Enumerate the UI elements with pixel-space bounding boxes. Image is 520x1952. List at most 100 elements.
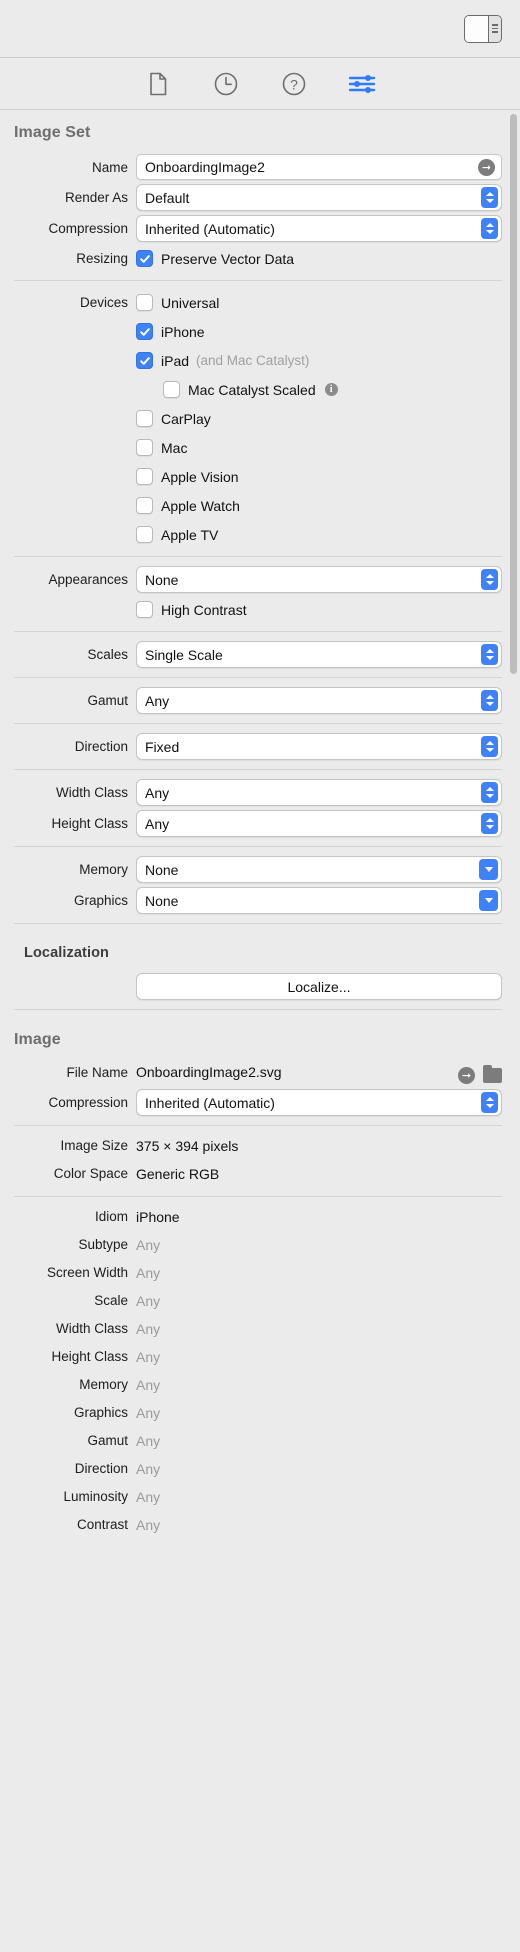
memory-row: Memory None <box>0 854 520 885</box>
divider <box>14 1009 502 1010</box>
pane-toggle-main <box>465 15 488 42</box>
inspector-tabbar: ? <box>0 58 520 110</box>
attribute-row-memory: Memory Any <box>0 1372 520 1400</box>
preserve-vector-data-checkbox[interactable] <box>136 250 153 267</box>
graphics-select[interactable]: None <box>136 887 502 914</box>
inspector-scroll-area[interactable]: Image Set Name OnboardingImage2 ➞ Render… <box>0 110 520 1952</box>
chevron-updown-icon[interactable] <box>481 1092 498 1113</box>
device-checkbox-wrap: Apple Vision <box>136 468 502 485</box>
chevron-updown-icon[interactable] <box>481 644 498 665</box>
render-as-row: Render As Default <box>0 182 520 213</box>
height-class-value: Any <box>145 815 170 832</box>
folder-icon[interactable] <box>483 1065 502 1083</box>
device-checkbox-wrap: iPad (and Mac Catalyst) <box>136 352 502 369</box>
graphics-label: Graphics <box>73 893 128 908</box>
name-label: Name <box>91 159 128 175</box>
direction-row: Direction Fixed <box>0 731 520 762</box>
device-label: iPhone <box>161 323 205 340</box>
compression-select[interactable]: Inherited (Automatic) <box>136 215 502 242</box>
render-as-select[interactable]: Default <box>136 184 502 211</box>
width-class-select[interactable]: Any <box>136 779 502 806</box>
name-input[interactable]: OnboardingImage2 ➞ <box>136 154 502 180</box>
device-checkbox-ipad[interactable] <box>136 352 153 369</box>
device-checkbox-apple-vision[interactable] <box>136 468 153 485</box>
chevron-down-icon[interactable] <box>479 890 498 911</box>
attribute-row-graphics: Graphics Any <box>0 1400 520 1428</box>
divider <box>14 677 502 678</box>
render-as-label: Render As <box>64 190 128 205</box>
device-checkbox-wrap: Universal <box>136 294 502 311</box>
gamut-value: Any <box>145 692 170 709</box>
attribute-row-idiom: Idiom iPhone <box>0 1204 520 1232</box>
chevron-updown-icon[interactable] <box>481 813 498 834</box>
device-checkbox-universal[interactable] <box>136 294 153 311</box>
device-checkbox-carplay[interactable] <box>136 410 153 427</box>
history-inspector-tab[interactable] <box>209 69 243 99</box>
width-class-row: Width Class Any <box>0 777 520 808</box>
inspector-content: Image Set Name OnboardingImage2 ➞ Render… <box>0 110 520 1540</box>
inspector-pane-toggle-icon[interactable] <box>464 14 502 43</box>
device-checkbox-mac-catalyst-scaled[interactable] <box>163 381 180 398</box>
image-compression-label: Compression <box>48 1095 128 1110</box>
device-label: Apple Vision <box>161 468 239 485</box>
chevron-updown-icon[interactable] <box>481 187 498 208</box>
file-inspector-tab[interactable] <box>141 69 175 99</box>
memory-select[interactable]: None <box>136 856 502 883</box>
high-contrast-row: High Contrast <box>0 595 520 624</box>
devices-list: Devices Universal iPhone iPad (and Mac Catal… <box>0 288 520 549</box>
question-circle-icon: ? <box>281 71 307 97</box>
attribute-label: Idiom <box>94 1209 128 1224</box>
chevron-updown-icon[interactable] <box>481 782 498 803</box>
image-compression-value: Inherited (Automatic) <box>145 1094 275 1111</box>
attribute-label: Height Class <box>51 1349 128 1364</box>
attribute-label: Contrast <box>76 1517 128 1532</box>
device-checkbox-iphone[interactable] <box>136 323 153 340</box>
chevron-updown-icon[interactable] <box>481 569 498 590</box>
appearances-value: None <box>145 571 179 588</box>
quick-help-inspector-tab[interactable]: ? <box>277 69 311 99</box>
image-compression-select[interactable]: Inherited (Automatic) <box>136 1089 502 1116</box>
chevron-updown-icon[interactable] <box>481 690 498 711</box>
attribute-label: Memory <box>79 1377 128 1392</box>
appearances-select[interactable]: None <box>136 566 502 593</box>
image-attributes-list: Idiom iPhone Subtype Any Screen Width Any Scal… <box>0 1204 520 1540</box>
attributes-inspector-tab[interactable] <box>345 69 379 99</box>
device-row-apple-tv: Apple TV <box>0 520 520 549</box>
appearances-label: Appearances <box>48 572 128 587</box>
memory-value: None <box>145 861 179 878</box>
attribute-value: Any <box>136 1265 161 1281</box>
attribute-row-subtype: Subtype Any <box>0 1232 520 1260</box>
attribute-value: Any <box>136 1293 161 1309</box>
device-row-mac-catalyst-scaled: Mac Catalyst Scaled i <box>0 375 520 404</box>
name-value: OnboardingImage2 <box>145 159 265 175</box>
image-section-title: Image <box>14 1031 61 1048</box>
localization-section-title: Localization <box>24 945 109 961</box>
file-reveal-arrow-icon[interactable]: ➞ <box>458 1067 475 1084</box>
attribute-value: Any <box>136 1321 161 1337</box>
high-contrast-checkbox[interactable] <box>136 601 153 618</box>
chevron-down-icon[interactable] <box>479 859 498 880</box>
attribute-row-width-class: Width Class Any <box>0 1316 520 1344</box>
info-icon[interactable]: i <box>324 383 338 396</box>
direction-select[interactable]: Fixed <box>136 733 502 760</box>
attribute-row-scale: Scale Any <box>0 1288 520 1316</box>
device-checkbox-apple-watch[interactable] <box>136 497 153 514</box>
gamut-select[interactable]: Any <box>136 687 502 714</box>
scales-select[interactable]: Single Scale <box>136 641 502 668</box>
height-class-select[interactable]: Any <box>136 810 502 837</box>
scales-row: Scales Single Scale <box>0 639 520 670</box>
name-reveal-arrow-icon[interactable]: ➞ <box>478 158 495 176</box>
chevron-updown-icon[interactable] <box>481 218 498 239</box>
chevron-updown-icon[interactable] <box>481 736 498 757</box>
graphics-value: None <box>145 892 179 909</box>
compression-value: Inherited (Automatic) <box>145 220 275 237</box>
svg-text:?: ? <box>290 76 298 92</box>
vertical-scrollbar[interactable] <box>510 114 517 674</box>
divider <box>14 846 502 847</box>
device-checkbox-apple-tv[interactable] <box>136 526 153 543</box>
devices-label: Devices <box>79 295 128 310</box>
device-checkbox-mac[interactable] <box>136 439 153 456</box>
clock-icon <box>213 71 239 97</box>
device-row-carplay: CarPlay <box>0 404 520 433</box>
localize-button[interactable]: Localize... <box>136 973 502 1000</box>
